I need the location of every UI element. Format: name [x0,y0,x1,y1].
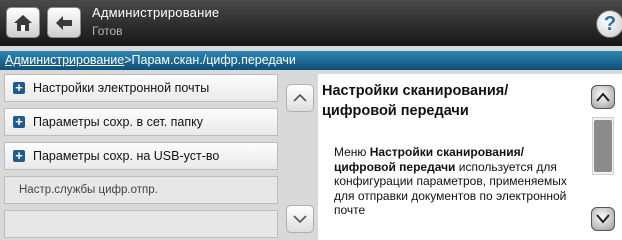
chevron-down-icon [596,214,610,224]
help-text-prefix: Меню [334,145,370,159]
chevron-down-icon [293,215,307,224]
top-bar: Администрирование Готов ? [0,0,622,46]
menu-item-email-settings[interactable]: + Настройки электронной почты [4,74,278,102]
help-scroll-up-button[interactable] [591,85,615,109]
chevron-up-icon [293,93,307,102]
menu-item-label: Параметры сохр. на USB-уст-во [33,149,220,163]
breadcrumb: Администрирование>Парам.скан./цифр.перед… [0,51,622,70]
expand-plus-icon: + [13,149,25,162]
menu-item-label: Настройки электронной почты [33,81,210,95]
menu-item-digital-send-service[interactable]: Настр.службы цифр.отпр. [4,176,278,204]
menu-item-label: Параметры сохр. в сет. папку [33,115,203,129]
help-panel-title: Настройки сканирования/цифровой передачи [322,83,509,119]
expand-plus-icon: + [13,115,25,128]
menu-item-network-folder[interactable]: + Параметры сохр. в сет. папку [4,108,278,136]
breadcrumb-separator: > [124,53,132,67]
help-scroll-down-button[interactable] [591,207,615,231]
back-button[interactable] [47,7,81,38]
help-scrollbar-track[interactable] [592,117,614,175]
menu-item-empty[interactable] [4,210,278,238]
expand-plus-icon: + [13,81,25,94]
back-arrow-icon [56,16,72,30]
help-button[interactable]: ? [596,10,622,38]
device-status: Готов [92,24,123,38]
home-button[interactable] [6,7,40,38]
help-scrollbar-thumb[interactable] [594,120,612,172]
home-icon [14,15,32,31]
breadcrumb-current: Парам.скан./цифр.передачи [131,53,296,67]
help-panel: Настройки сканирования/цифровой передачи… [318,74,622,240]
menu-scroll-down-button[interactable] [286,205,314,233]
screen-title: Администрирование [92,5,220,20]
menu-scroll-up-button[interactable] [286,84,314,112]
help-panel-text: Меню Настройки сканирования/цифровой пер… [334,145,574,218]
breadcrumb-link-parent[interactable]: Администрирование [5,53,124,67]
chevron-up-icon [596,92,610,102]
menu-item-usb-storage[interactable]: + Параметры сохр. на USB-уст-во [4,142,278,170]
menu-item-label: Настр.службы цифр.отпр. [19,184,158,196]
menu-list: + Настройки электронной почты + Параметр… [4,74,278,240]
